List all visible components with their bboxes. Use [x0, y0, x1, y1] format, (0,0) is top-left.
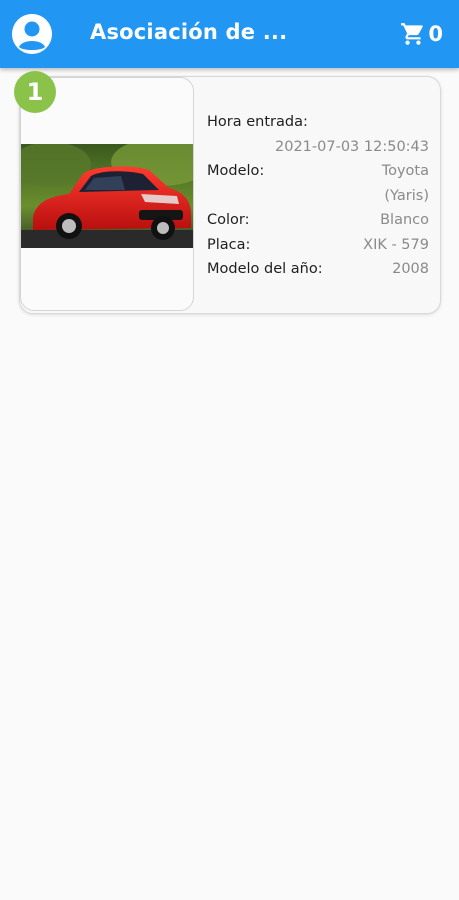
model-variant: (Yaris) — [384, 187, 429, 204]
entry-time-row: Hora entrada: — [207, 110, 429, 135]
year-value: 2008 — [392, 261, 429, 277]
color-row: Color: Blanco — [207, 208, 429, 233]
vehicle-card[interactable]: 1 Hora entrada: 2021-07-03 12:50:43 Mode… — [14, 71, 441, 314]
plate-label: Placa: — [207, 236, 251, 253]
vehicle-details: Hora entrada: 2021-07-03 12:50:43 Modelo… — [207, 110, 429, 282]
color-value: Blanco — [380, 212, 429, 228]
plate-row: Placa: XIK - 579 — [207, 233, 429, 258]
shopping-cart-icon — [401, 23, 424, 45]
vehicle-image-panel — [20, 77, 194, 311]
model-label: Modelo: — [207, 163, 265, 179]
app-title: Asociación de ... — [90, 20, 288, 44]
year-label: Modelo del año: — [207, 261, 323, 277]
cart-button[interactable]: 0 — [400, 20, 443, 48]
color-label: Color: — [207, 212, 250, 228]
model-value: Toyota — [381, 163, 429, 179]
entry-time-value: 2021-07-03 12:50:43 — [275, 138, 429, 155]
vehicle-index-badge: 1 — [14, 71, 56, 113]
cart-count: 0 — [428, 22, 443, 46]
account-circle-icon[interactable] — [12, 14, 52, 54]
year-row: Modelo del año: 2008 — [207, 257, 429, 282]
model-row: Modelo: Toyota — [207, 159, 429, 184]
app-bar: Asociación de ... 0 — [0, 0, 459, 68]
car-photo — [21, 144, 193, 248]
entry-time-label: Hora entrada: — [207, 114, 308, 130]
plate-value: XIK - 579 — [363, 236, 429, 253]
